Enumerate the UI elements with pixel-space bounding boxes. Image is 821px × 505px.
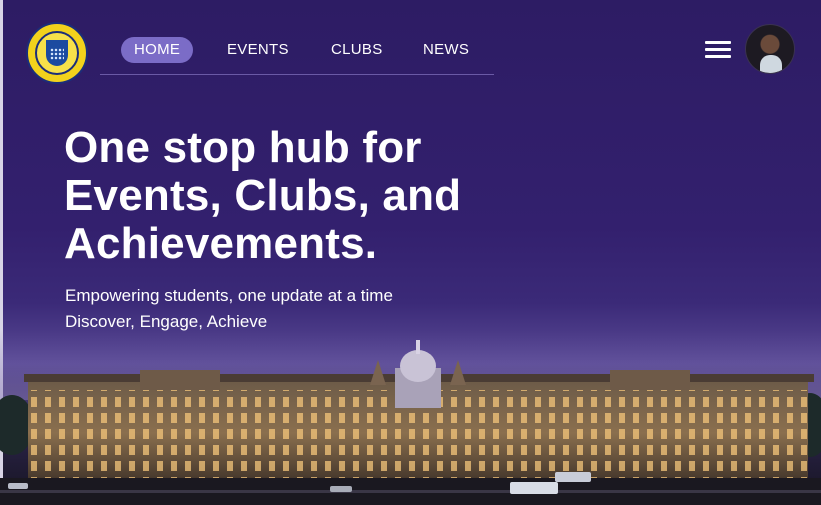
university-logo[interactable]	[26, 22, 88, 84]
hero-tagline: Empowering students, one update at a tim…	[65, 286, 393, 305]
logo-shield-icon	[46, 40, 68, 66]
headline-line-2: Events, Clubs, and	[64, 171, 462, 220]
headline-line-1: One stop hub for	[64, 123, 422, 172]
main-nav: HOME EVENTS CLUBS NEWS	[100, 34, 494, 75]
hero-headline: One stop hub for Events, Clubs, and Achi…	[64, 124, 544, 268]
nav-item-home[interactable]: HOME	[121, 37, 194, 63]
hamburger-menu-icon[interactable]	[705, 39, 731, 59]
nav-item-news[interactable]: NEWS	[423, 37, 469, 63]
user-avatar[interactable]	[745, 24, 795, 74]
nav-item-clubs[interactable]: CLUBS	[331, 37, 383, 63]
logo-emblem	[35, 31, 79, 75]
nav-item-events[interactable]: EVENTS	[227, 37, 289, 63]
home-page: HOME EVENTS CLUBS NEWS One stop hub for …	[0, 0, 821, 505]
campus-building-image	[0, 330, 821, 505]
headline-line-3: Achievements.	[64, 219, 378, 268]
